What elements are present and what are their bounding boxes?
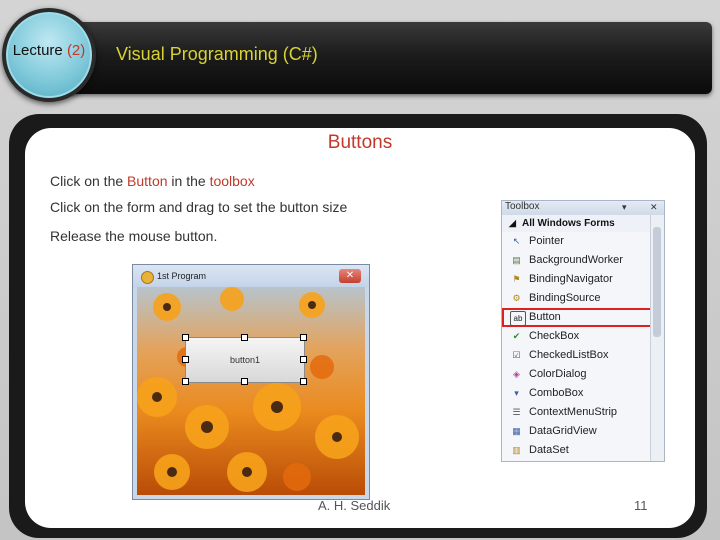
toolbox-item-pointer[interactable]: ↖ Pointer (502, 232, 664, 251)
checkbox-icon: ✔ (512, 331, 521, 341)
resize-handle-n[interactable] (241, 334, 248, 341)
lecture-badge: Lecture (2) (2, 8, 96, 102)
designer-button1[interactable]: button1 (185, 337, 305, 383)
datagridview-icon: ▦ (512, 426, 521, 436)
toolbox-item-label: DataSet (529, 444, 569, 456)
bullet-3: Release the mouse button. (50, 228, 218, 244)
toolbox-item-label: CheckBox (529, 330, 580, 342)
bullet-1-text-b: in the (167, 173, 210, 189)
toolbox-scrollbar[interactable] (650, 215, 664, 461)
form-designer-window: 1st Program ✕ button1 (132, 264, 370, 500)
slide-title: Buttons (327, 132, 393, 153)
form-client-area[interactable]: button1 (137, 287, 365, 495)
toolbox-item-label: BindingSource (529, 292, 601, 304)
toolbox-item-checkbox[interactable]: ✔ CheckBox (502, 327, 664, 346)
toolbox-item-colordialog[interactable]: ◈ ColorDialog (502, 365, 664, 384)
toolbox-scrollbar-thumb[interactable] (653, 227, 661, 337)
page-number: 11 (634, 498, 648, 513)
resize-handle-se[interactable] (300, 378, 307, 385)
toolbox-item-label: DataGridView (529, 425, 597, 437)
resize-handle-w[interactable] (182, 356, 189, 363)
resize-handle-e[interactable] (300, 356, 307, 363)
toolbox-item-backgroundworker[interactable]: ▤ BackgroundWorker (502, 251, 664, 270)
group-collapse-icon[interactable]: ◢ (509, 215, 516, 232)
toolbox-item-label: CheckedListBox (529, 349, 609, 361)
binding-navigator-icon: ⚑ (512, 274, 521, 284)
toolbox-item-combobox[interactable]: ▾ ComboBox (502, 384, 664, 403)
binding-source-icon: ⚙ (512, 293, 521, 303)
bullet-2: Click on the form and drag to set the bu… (50, 199, 348, 215)
lecture-number: (2) (66, 41, 86, 59)
context-menu-strip-icon: ☰ (512, 407, 521, 417)
toolbox-close-icon[interactable]: ✕ (650, 202, 658, 213)
combobox-icon: ▾ (514, 388, 519, 398)
bullet-1-text-a: Click on the (50, 173, 128, 189)
group-label: All Windows Forms (522, 218, 615, 229)
toolbox-item-label: BackgroundWorker (529, 254, 623, 266)
bullet-1-toolbox-word: toolbox (209, 173, 255, 189)
toolbox-item-datagridview[interactable]: ▦ DataGridView (502, 422, 664, 441)
course-title: Visual Programming (C#) (116, 44, 318, 64)
toolbox-item-label: Button (529, 311, 561, 323)
toolbox-item-button[interactable]: ab Button (502, 308, 664, 327)
toolbox-item-bindingsource[interactable]: ⚙ BindingSource (502, 289, 664, 308)
toolbox-item-list: ↖ Pointer ▤ BackgroundWorker ⚑ BindingNavigat… (502, 232, 664, 460)
flower-background-image (137, 287, 359, 492)
checked-listbox-icon: ☑ (512, 350, 521, 360)
toolbox-item-label: ContextMenuStrip (529, 406, 618, 418)
resize-handle-sw[interactable] (182, 378, 189, 385)
lecture-word: Lecture (12, 41, 63, 59)
bullet-1: Click on the Button in the toolbox (50, 173, 255, 189)
lecture-label: Lecture (2) (13, 42, 86, 59)
toolbox-item-checkedlistbox[interactable]: ☑ CheckedListBox (502, 346, 664, 365)
form-app-icon (141, 271, 154, 284)
toolbox-item-contextmenustrip[interactable]: ☰ ContextMenuStrip (502, 403, 664, 422)
toolbox-group-all-windows-forms[interactable]: ◢ All Windows Forms (502, 215, 664, 232)
toolbox-header: Toolbox ▾ ✕ (502, 201, 664, 215)
toolbox-item-dataset[interactable]: ▥ DataSet (502, 441, 664, 460)
dataset-icon: ▥ (512, 445, 521, 455)
button-icon: ab (510, 311, 526, 326)
toolbox-item-label: ComboBox (529, 387, 584, 399)
form-close-button[interactable]: ✕ (339, 269, 361, 283)
color-dialog-icon: ◈ (513, 369, 520, 379)
form-window-title: 1st Program (157, 271, 207, 281)
pointer-icon: ↖ (512, 236, 521, 246)
toolbox-item-label: Pointer (529, 235, 564, 247)
background-worker-icon: ▤ (512, 255, 521, 265)
resize-handle-nw[interactable] (182, 334, 189, 341)
form-titlebar: 1st Program ✕ (133, 265, 369, 287)
toolbox-item-bindingnavigator[interactable]: ⚑ BindingNavigator (502, 270, 664, 289)
toolbox-item-label: ColorDialog (529, 368, 587, 380)
bullet-1-button-word: Button (127, 173, 168, 189)
resize-handle-s[interactable] (241, 378, 248, 385)
toolbox-pin-icon[interactable]: ▾ (622, 202, 627, 213)
toolbox-title: Toolbox (505, 201, 540, 212)
footer-author: A. H. Seddik (318, 498, 391, 513)
resize-handle-ne[interactable] (300, 334, 307, 341)
toolbox-item-label: BindingNavigator (529, 273, 613, 285)
toolbox-panel: Toolbox ▾ ✕ ◢ All Windows Forms ↖ Pointer… (501, 200, 665, 462)
